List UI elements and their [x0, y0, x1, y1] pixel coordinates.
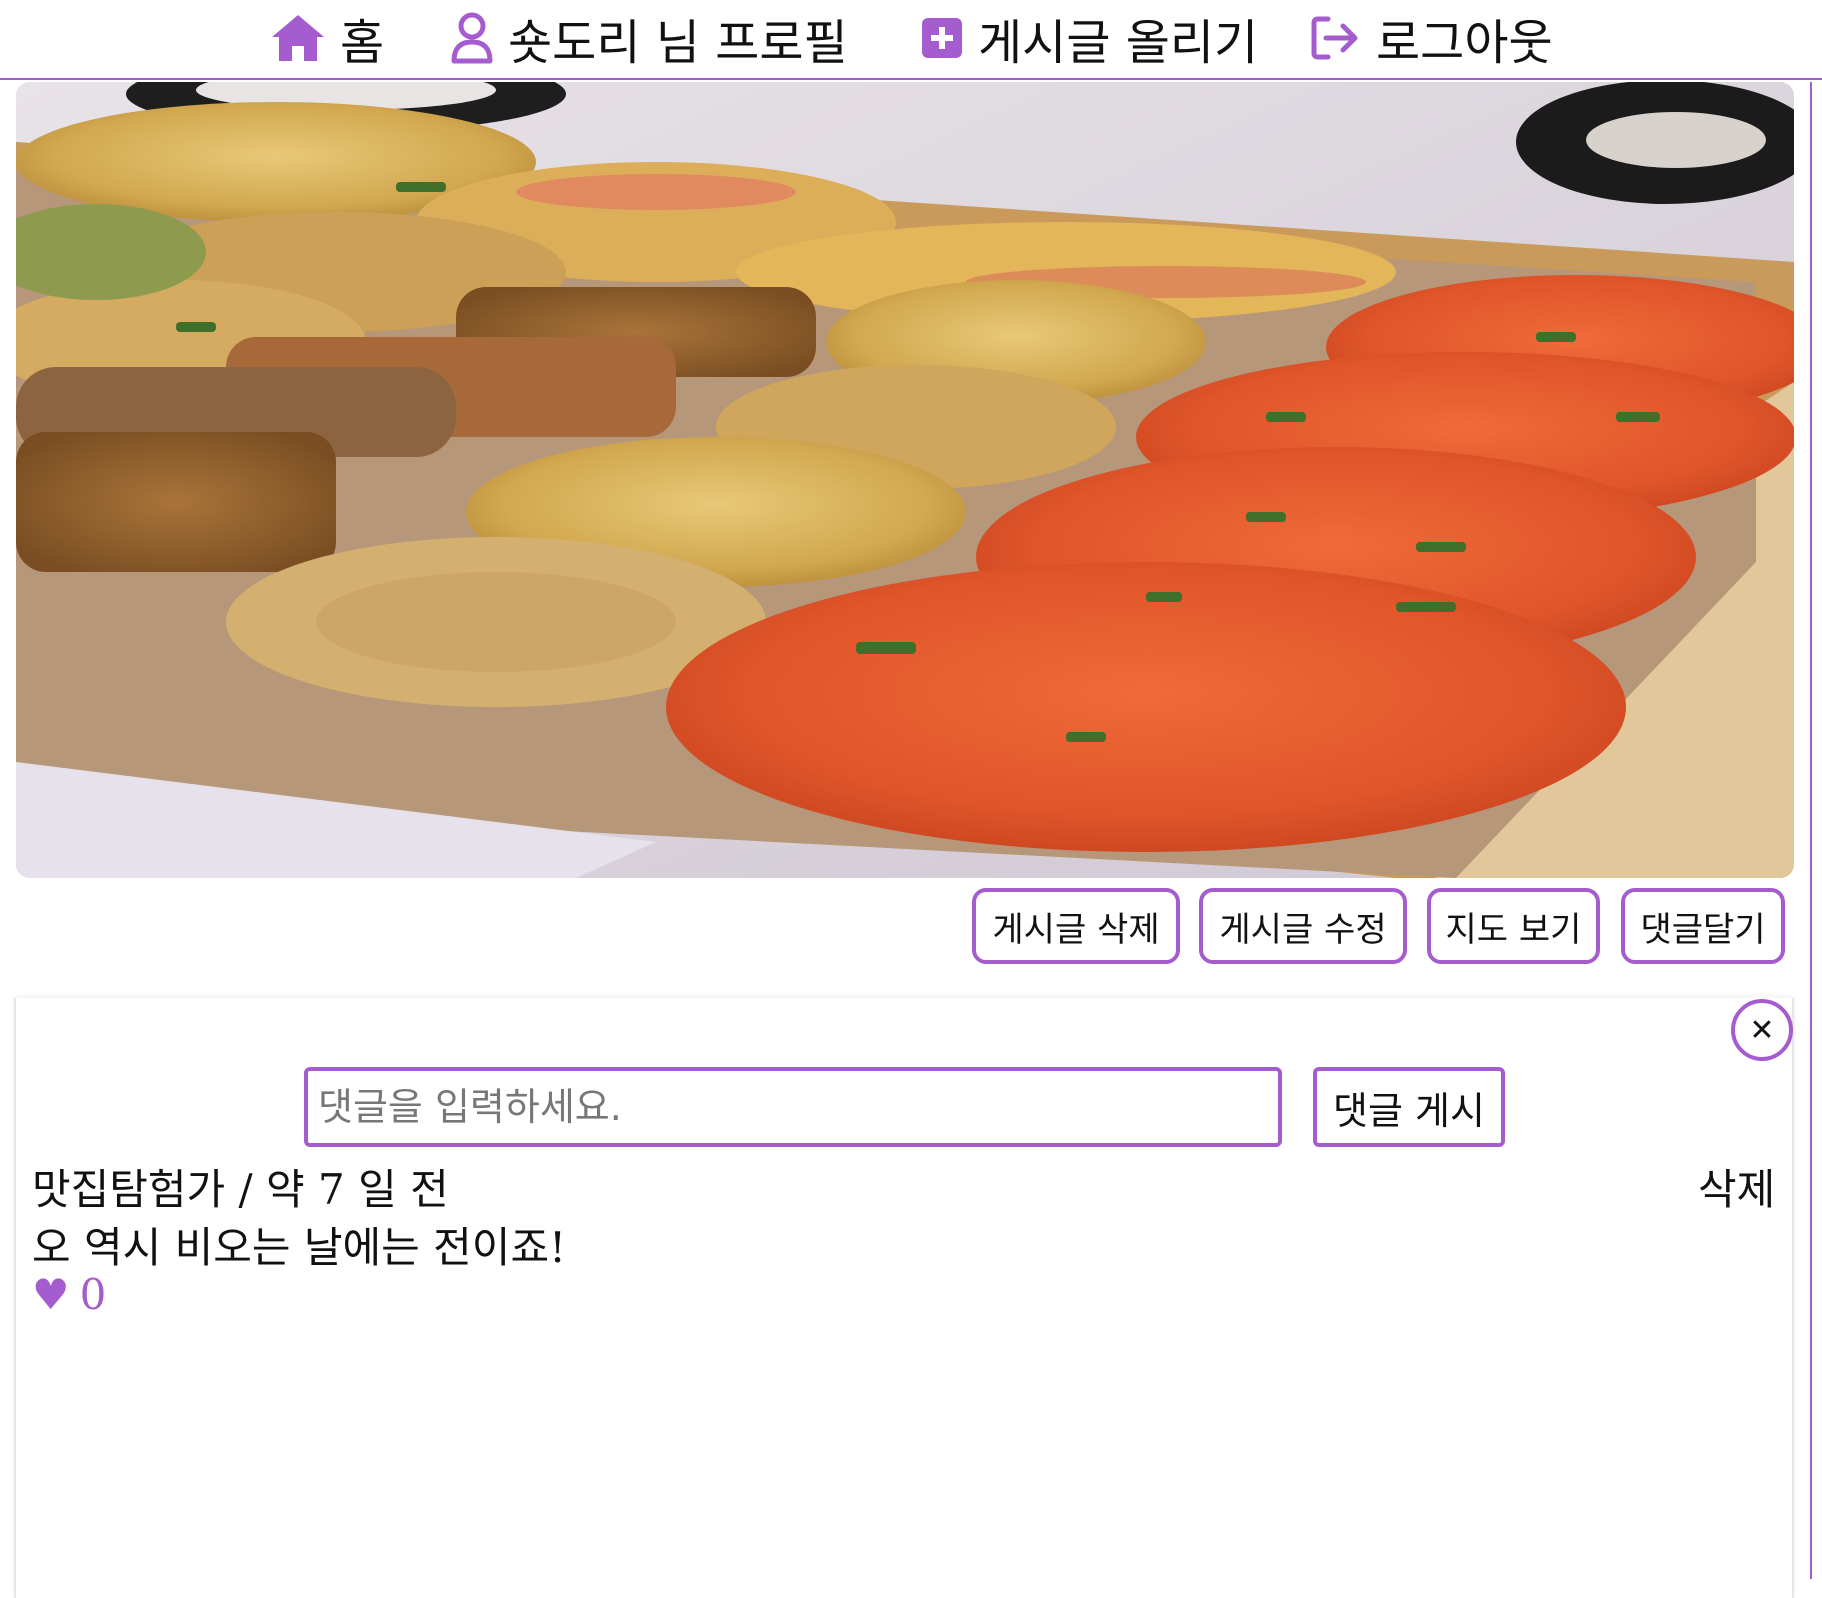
home-icon [270, 13, 326, 63]
nav-profile-label: 숏도리 님 프로필 [508, 15, 848, 71]
comment-author-time: 맛집탐험가 / 약 7 일 전 [32, 1165, 449, 1214]
comment-input[interactable] [304, 1067, 1282, 1147]
nav-logout[interactable]: 로그아웃 [1310, 6, 1553, 71]
nav-new-post-label: 게시글 올리기 [978, 15, 1259, 71]
nav-logout-label: 로그아웃 [1376, 15, 1553, 71]
nav-home[interactable]: 홈 [270, 6, 385, 71]
heart-icon: ♥ [32, 1270, 70, 1319]
page-right-border [1810, 82, 1812, 1579]
add-comment-button[interactable]: 댓글달기 [1621, 888, 1785, 964]
top-nav: 홈 숏도리 님 프로필 게시글 올리기 로그아웃 [0, 0, 1822, 80]
post-photo [16, 82, 1794, 878]
user-icon [450, 12, 494, 64]
nav-profile[interactable]: 숏도리 님 프로필 [450, 6, 848, 71]
comment-text: 오 역시 비오는 날에는 전이죠! [32, 1223, 566, 1272]
close-icon[interactable]: ✕ [1731, 999, 1793, 1061]
comment-like-button[interactable]: ♥ 0 [32, 1270, 106, 1319]
comment-delete-button[interactable]: 삭제 [1698, 1156, 1775, 1217]
view-map-button[interactable]: 지도 보기 [1427, 888, 1600, 964]
comment-like-count: 0 [79, 1270, 107, 1319]
comment-submit-button[interactable]: 댓글 게시 [1313, 1067, 1505, 1147]
nav-home-label: 홈 [340, 15, 385, 71]
edit-post-button[interactable]: 게시글 수정 [1199, 888, 1407, 964]
nav-new-post[interactable]: 게시글 올리기 [920, 6, 1259, 71]
plus-square-icon [920, 16, 964, 60]
logout-icon [1310, 15, 1362, 61]
food-photo-icon [16, 82, 1794, 878]
delete-post-button[interactable]: 게시글 삭제 [972, 888, 1180, 964]
